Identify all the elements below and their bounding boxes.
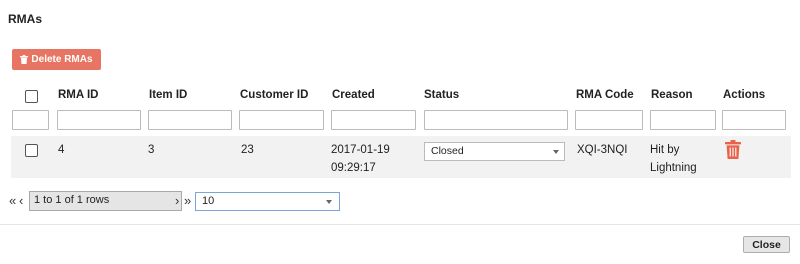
close-button[interactable]: Close xyxy=(743,236,790,253)
filter-customer-id[interactable] xyxy=(239,110,324,130)
cell-rma-id: 4 xyxy=(58,144,65,156)
footer-divider xyxy=(0,224,800,225)
filter-item-id[interactable] xyxy=(148,110,232,130)
reason-line-1: Hit by xyxy=(650,144,680,156)
cell-created: 2017-01-19 09:29:17 xyxy=(331,141,390,177)
chevron-down-icon xyxy=(553,150,559,154)
page-size-select[interactable]: 10 xyxy=(195,192,340,211)
delete-rmas-button[interactable]: Delete RMAs xyxy=(12,49,101,70)
cell-item-id: 3 xyxy=(148,144,155,156)
status-select-value: Closed xyxy=(431,145,464,157)
status-select[interactable]: Closed xyxy=(424,142,565,161)
header-customer-id[interactable]: Customer ID xyxy=(240,89,308,101)
created-date: 2017-01-19 xyxy=(331,144,390,156)
cell-reason: Hit by Lightning xyxy=(650,141,697,177)
header-rma-code[interactable]: RMA Code xyxy=(576,89,634,101)
created-time: 09:29:17 xyxy=(331,162,376,174)
filter-status[interactable] xyxy=(424,110,568,130)
filter-created[interactable] xyxy=(331,110,416,130)
header-rma-id[interactable]: RMA ID xyxy=(58,89,98,101)
cell-rma-code: XQI-3NQI xyxy=(577,144,628,156)
first-page-icon[interactable]: « xyxy=(9,193,16,208)
filter-rma-code[interactable] xyxy=(575,110,643,130)
delete-rmas-label: Delete RMAs xyxy=(31,54,93,65)
table-header-row: RMA ID Item ID Customer ID Created Statu… xyxy=(11,84,791,108)
row-checkbox[interactable] xyxy=(25,144,38,157)
cell-customer-id: 23 xyxy=(241,144,254,156)
pager: « ‹ 1 to 1 of 1 rows › » 10 xyxy=(9,191,349,211)
select-all-checkbox[interactable] xyxy=(25,90,38,103)
prev-page-icon[interactable]: ‹ xyxy=(19,193,23,208)
header-reason[interactable]: Reason xyxy=(651,89,693,101)
chevron-down-icon xyxy=(326,200,332,204)
next-page-icon[interactable]: › xyxy=(175,193,179,208)
header-item-id[interactable]: Item ID xyxy=(149,89,187,101)
pager-info: 1 to 1 of 1 rows xyxy=(29,191,182,211)
delete-row-button[interactable] xyxy=(725,140,741,162)
filter-row xyxy=(11,110,791,132)
trash-icon xyxy=(725,140,741,159)
table-row: 4 3 23 2017-01-19 09:29:17 Closed XQI-3N… xyxy=(11,136,791,178)
filter-reason[interactable] xyxy=(650,110,716,130)
filter-select-column[interactable] xyxy=(12,110,49,130)
header-created[interactable]: Created xyxy=(332,89,375,101)
header-actions: Actions xyxy=(723,89,766,101)
dialog-title: RMAs xyxy=(8,12,43,26)
trash-icon xyxy=(20,55,29,64)
last-page-icon[interactable]: » xyxy=(184,193,191,208)
filter-actions[interactable] xyxy=(722,110,786,130)
filter-rma-id[interactable] xyxy=(57,110,141,130)
reason-line-2: Lightning xyxy=(650,162,697,174)
header-status[interactable]: Status xyxy=(424,89,459,101)
page-size-value: 10 xyxy=(202,195,215,207)
